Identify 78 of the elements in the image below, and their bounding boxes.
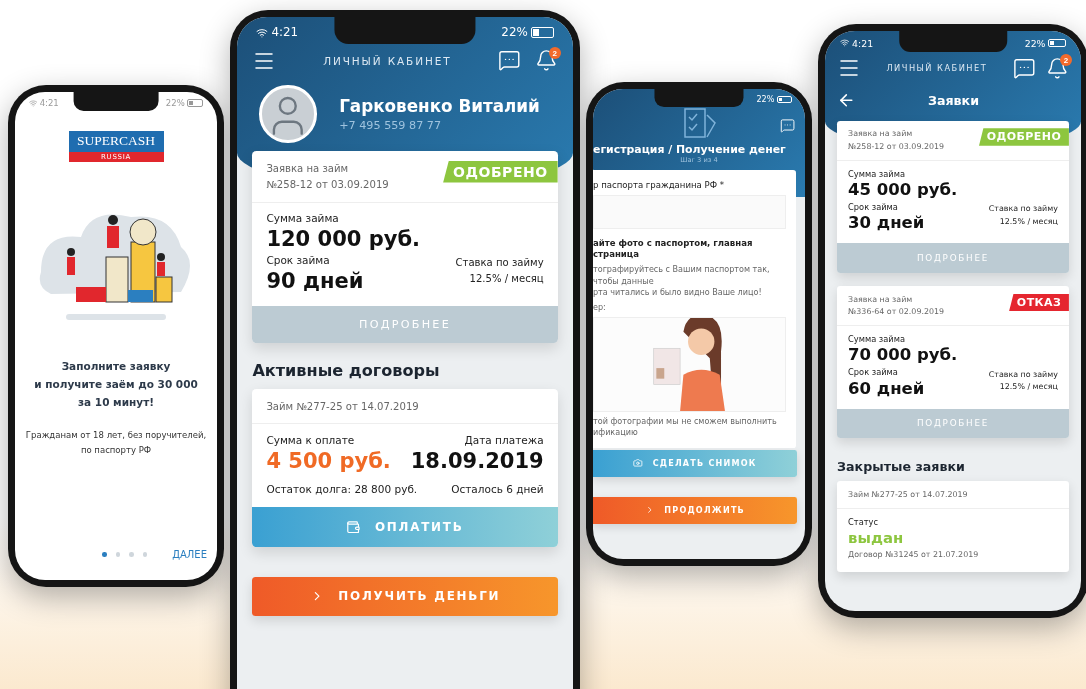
camera-icon <box>633 458 644 469</box>
battery-icon <box>776 95 793 104</box>
battery-status: 22% <box>165 98 204 109</box>
loan-amount: 70 000 руб. <box>848 346 959 366</box>
status-badge: ОТКАЗ <box>1009 293 1069 311</box>
user-phone: +7 495 559 87 77 <box>339 119 443 133</box>
debt-balance: Остаток долга: 28 800 руб. <box>266 482 418 495</box>
status-time: 4:21 <box>28 98 59 109</box>
page-dot[interactable] <box>102 552 107 557</box>
page-title: Заявки <box>926 92 980 108</box>
loan-term: 60 дней <box>848 379 925 399</box>
status-badge: ОДОБРЕНО <box>443 160 558 183</box>
promo-subtext: Гражданам от 18 лет, без поручителей, по паспорту РФ <box>24 429 208 457</box>
page-dot[interactable] <box>115 552 121 557</box>
page-dot[interactable] <box>129 552 134 557</box>
details-button[interactable]: ПОДРОБНЕЕ <box>837 243 1069 273</box>
rate-label: Ставка по займу <box>455 255 544 270</box>
battery-icon <box>1048 38 1067 48</box>
days-remaining: Осталось 6 дней <box>451 482 544 495</box>
photo-warning: той фотографии мы не сможем выполнить ификацию <box>593 415 778 439</box>
example-label: ер: <box>593 302 607 314</box>
status-badge: ОДОБРЕНО <box>979 128 1069 146</box>
chat-icon[interactable] <box>780 117 796 134</box>
chat-button[interactable] <box>1012 56 1036 80</box>
get-money-button[interactable]: ПОЛУЧИТЬ ДЕНЬГИ <box>252 576 558 616</box>
wallet-icon <box>346 519 361 535</box>
request-status: выдан <box>848 529 905 548</box>
chat-button[interactable] <box>498 49 521 73</box>
avatar <box>259 85 317 143</box>
battery-icon <box>531 27 554 38</box>
loan-rate: 12.5% / месяц <box>468 271 544 286</box>
details-button[interactable]: ПОДРОБНЕЕ <box>252 305 558 344</box>
pay-button[interactable]: ОПЛАТИТЬ <box>252 507 558 547</box>
amount-label: Сумма займа <box>848 168 906 179</box>
amount-label: Сумма займа <box>266 212 340 225</box>
loan-amount: 45 000 руб. <box>848 181 959 201</box>
term-label: Срок займа <box>848 202 898 213</box>
date-label: Дата платежа <box>464 433 544 446</box>
promo-headline: Заполните заявку и получите заём до 30 000 за 10 минут! <box>33 358 199 410</box>
application-number: №258-12 от 03.09.2019 <box>266 178 389 193</box>
contract-title: Займ №277-25 от 14.07.2019 <box>266 399 419 414</box>
continue-button[interactable]: ПРОДОЛЖИТЬ <box>593 496 797 524</box>
header-title: ЛИЧНЫЙ КАБИНЕТ <box>885 62 989 73</box>
loan-amount: 120 000 руб. <box>266 227 422 252</box>
photo-section-title: айте фото с паспортом, главная страница <box>593 238 754 261</box>
battery-status: 22% <box>756 95 793 104</box>
passport-field-label: р паспорта гражданина РФ * <box>593 179 726 191</box>
wifi-icon <box>839 38 850 48</box>
loan-term: 30 дней <box>848 214 925 234</box>
due-label: Сумма к оплате <box>266 433 355 446</box>
wifi-icon <box>256 26 268 39</box>
screen-title: егистрация / Получение денег <box>593 142 786 156</box>
passport-number-field[interactable] <box>593 194 786 230</box>
user-name: Гарковенко Виталий <box>339 95 540 116</box>
header-title: ЛИЧНЫЙ КАБИНЕТ <box>322 54 453 67</box>
take-photo-button[interactable]: СДЕЛАТЬ СНИМОК <box>593 449 797 477</box>
status-time: 4:21 <box>839 37 874 49</box>
section-title: Закрытые заявки <box>837 458 966 474</box>
section-title: Активные договоры <box>252 361 441 381</box>
wifi-icon <box>28 98 38 108</box>
term-label: Срок займа <box>266 254 330 267</box>
page-dot[interactable] <box>142 552 148 557</box>
next-button[interactable]: ДАЛЕЕ <box>172 549 207 560</box>
loan-term: 90 дней <box>266 268 364 294</box>
battery-status: 22% <box>1024 37 1067 49</box>
notification-badge: 2 <box>548 47 561 60</box>
amount-label: Сумма займа <box>848 334 906 345</box>
battery-status: 22% <box>501 25 554 40</box>
term-label: Срок займа <box>848 367 898 378</box>
battery-icon <box>187 99 204 107</box>
status-label: Статус <box>848 516 879 527</box>
notification-badge: 2 <box>1060 54 1073 67</box>
application-label: Заявка на займ <box>266 161 350 176</box>
details-button[interactable]: ПОДРОБНЕЕ <box>837 408 1069 438</box>
payment-date: 18.09.2019 <box>410 448 544 473</box>
status-time: 4:21 <box>256 25 299 40</box>
photo-hint: тографируйтесь с Вашим паспортом так, чтобы данные рта читались и было видно Ваше лицо! <box>593 264 771 299</box>
due-amount: 4 500 руб. <box>266 448 391 473</box>
